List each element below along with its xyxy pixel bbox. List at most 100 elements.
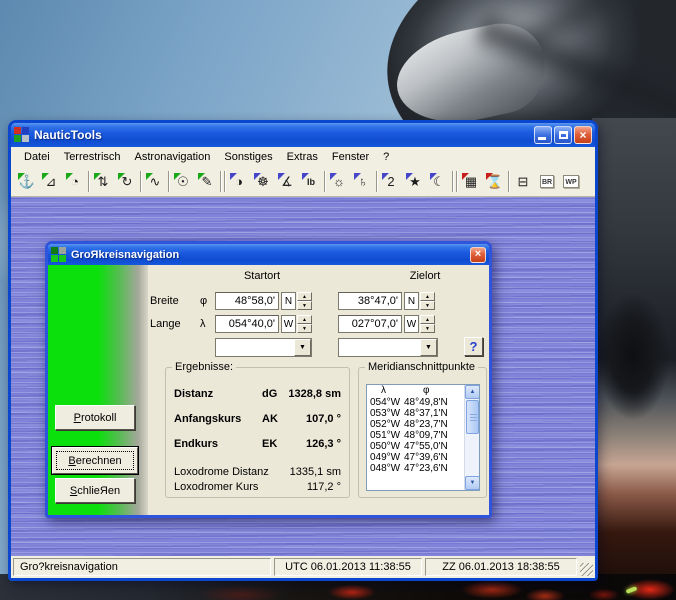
toolbar-button-print[interactable]: ⊟ [511, 170, 535, 194]
dialog-titlebar[interactable]: GroЯkreisnavigation × [48, 244, 489, 265]
menu-astronavigation[interactable]: Astronavigation [128, 149, 218, 165]
protokoll-button[interactable]: Protokoll [55, 405, 135, 430]
spin-down-button[interactable]: ▼ [297, 301, 312, 310]
anfangskurs-code: AK [262, 413, 278, 425]
distanz-value: 1328,8 sm [288, 388, 341, 400]
ziel-lange-hemisphere[interactable]: W [404, 315, 419, 333]
meridian-row[interactable]: 048°W47°23,6'N [367, 463, 479, 474]
dialog-icon-square-darkgreen [51, 247, 58, 254]
help-button[interactable]: ? [464, 337, 483, 356]
listbox-scrollbar[interactable]: ▲ ▼ [464, 385, 479, 490]
menu-datei[interactable]: Datei [17, 149, 57, 165]
meridian-row[interactable]: 050°W47°55,0'N [367, 441, 479, 452]
app-icon-square-gray [22, 135, 29, 142]
scroll-down-icon[interactable]: ▼ [465, 476, 480, 490]
dropdown-arrow-icon[interactable]: ▼ [294, 339, 311, 356]
toolbar-button-calculator[interactable]: ▦ [459, 170, 483, 194]
zielort-combobox[interactable]: ▼ [338, 338, 438, 357]
toolbar-button-sun-bearing[interactable]: ☉ [171, 170, 195, 194]
loxodromer-kurs-label: Loxodromer Kurs [174, 481, 258, 493]
green-corner-marker [174, 173, 181, 180]
toolbar-button-course-turn[interactable]: ↻ [115, 170, 139, 194]
start-breite-input[interactable] [215, 292, 279, 310]
green-corner-marker [42, 173, 49, 180]
toolbar-button-moon[interactable]: ☾ [427, 170, 451, 194]
row-phi: 47°39,6'N [404, 452, 448, 463]
menu-fenster[interactable]: Fenster [325, 149, 376, 165]
red-corner-marker [462, 173, 469, 180]
toolbar-button-star[interactable]: ★ [403, 170, 427, 194]
toolbar-button-doc-wp[interactable]: WP [559, 170, 583, 194]
toolbar-button-doc-br[interactable]: BR [535, 170, 559, 194]
spin-down-button[interactable]: ▼ [297, 324, 312, 333]
engine-exhaust-shadow [596, 292, 670, 420]
spin-up-button[interactable]: ▲ [297, 315, 312, 324]
endkurs-code: EK [262, 438, 277, 450]
toolbar-button-stopwatch[interactable]: ⌛ [483, 170, 507, 194]
spin-up-button[interactable]: ▲ [420, 315, 435, 324]
toolbar-button-wave[interactable]: ∿ [143, 170, 167, 194]
spin-up-button[interactable]: ▲ [297, 292, 312, 301]
breite-label: Breite [150, 295, 179, 307]
maximize-button[interactable] [554, 126, 572, 144]
toolbar-button-anchor-drop[interactable]: ⚓ [15, 170, 39, 194]
toolbar-button-plot-pencil[interactable]: ✎ [195, 170, 219, 194]
green-corner-marker [198, 173, 205, 180]
toolbar-button-helm[interactable]: ☸ [251, 170, 275, 194]
minimize-button[interactable] [534, 126, 552, 144]
meridian-row[interactable]: 054°W48°49,8'N [367, 397, 479, 408]
meridian-row[interactable]: 052°W48°23,7'N [367, 419, 479, 430]
scrollbar-thumb[interactable] [466, 400, 479, 434]
dialog-icon-square-green [51, 255, 58, 262]
thumb-grip [470, 414, 477, 415]
ziel-breite-hemisphere[interactable]: N [404, 292, 419, 310]
blue-corner-marker [230, 173, 237, 180]
meridian-row[interactable]: 051°W48°09,7'N [367, 430, 479, 441]
toolbar-button-sextant[interactable]: ∡ [275, 170, 299, 194]
spin-down-button[interactable]: ▼ [420, 301, 435, 310]
ziel-breite-input[interactable] [338, 292, 402, 310]
menu-terrestrisch[interactable]: Terrestrisch [57, 149, 128, 165]
scroll-up-icon[interactable]: ▲ [465, 385, 480, 399]
toolbar-button-planet[interactable]: ♄ [351, 170, 375, 194]
toolbar-button-astro-time[interactable]: ◑ [227, 170, 251, 194]
blue-corner-marker [406, 173, 413, 180]
green-corner-marker [118, 173, 125, 180]
berechnen-button[interactable]: Berechnen [52, 447, 138, 474]
dialog-close-button[interactable]: × [470, 247, 486, 263]
dialog-icon-square-gray [59, 247, 66, 254]
toolbar-button-time-distance[interactable]: ◔ [63, 170, 87, 194]
ziel-lange-input[interactable] [338, 315, 402, 333]
start-lange-hemisphere[interactable]: W [281, 315, 296, 333]
meridian-row[interactable]: 049°W47°39,6'N [367, 452, 479, 463]
menu-extras[interactable]: Extras [280, 149, 325, 165]
schliessen-rest: chlieЯen [77, 485, 120, 497]
spin-up-button[interactable]: ▲ [420, 292, 435, 301]
help-icon: ? [470, 339, 478, 354]
nautictools-window: NauticTools × Datei Terrestrisch Astrona… [8, 120, 598, 581]
meridian-row[interactable]: 053°W48°37,1'N [367, 408, 479, 419]
toolbar-button-chart-triangle[interactable]: ⊿ [39, 170, 63, 194]
menu-sonstiges[interactable]: Sonstiges [217, 149, 279, 165]
ziel-lange-spinner: ▲ ▼ [420, 315, 435, 333]
resize-grip[interactable] [580, 563, 593, 576]
lambda-column-header: λ [381, 385, 386, 396]
main-titlebar[interactable]: NauticTools × [11, 123, 595, 147]
loxodrome-distanz-value: 1335,1 sm [290, 466, 341, 478]
toolbar-button-updown-arrows[interactable]: ⇅ [91, 170, 115, 194]
spin-down-button[interactable]: ▼ [420, 324, 435, 333]
schliessen-button[interactable]: SchlieЯen [55, 478, 135, 503]
toolbar-button-two-bodies[interactable]: 2 [379, 170, 403, 194]
toolbar-button-sunrise[interactable]: ☼ [327, 170, 351, 194]
toolbar-button-identify-body[interactable]: Ib [299, 170, 323, 194]
status-bar: Gro?kreisnavigation UTC 06.01.2013 11:38… [11, 556, 595, 578]
menu-help[interactable]: ? [376, 149, 396, 165]
close-button[interactable]: × [574, 126, 592, 144]
dropdown-arrow-icon[interactable]: ▼ [420, 339, 437, 356]
start-breite-hemisphere[interactable]: N [281, 292, 296, 310]
distanz-code: dG [262, 388, 277, 400]
meridian-listbox[interactable]: λ φ 054°W48°49,8'N 053°W48°37,1'N 052°W4… [366, 384, 480, 491]
start-lange-input[interactable] [215, 315, 279, 333]
startort-combobox[interactable]: ▼ [215, 338, 312, 357]
green-corner-marker [146, 173, 153, 180]
